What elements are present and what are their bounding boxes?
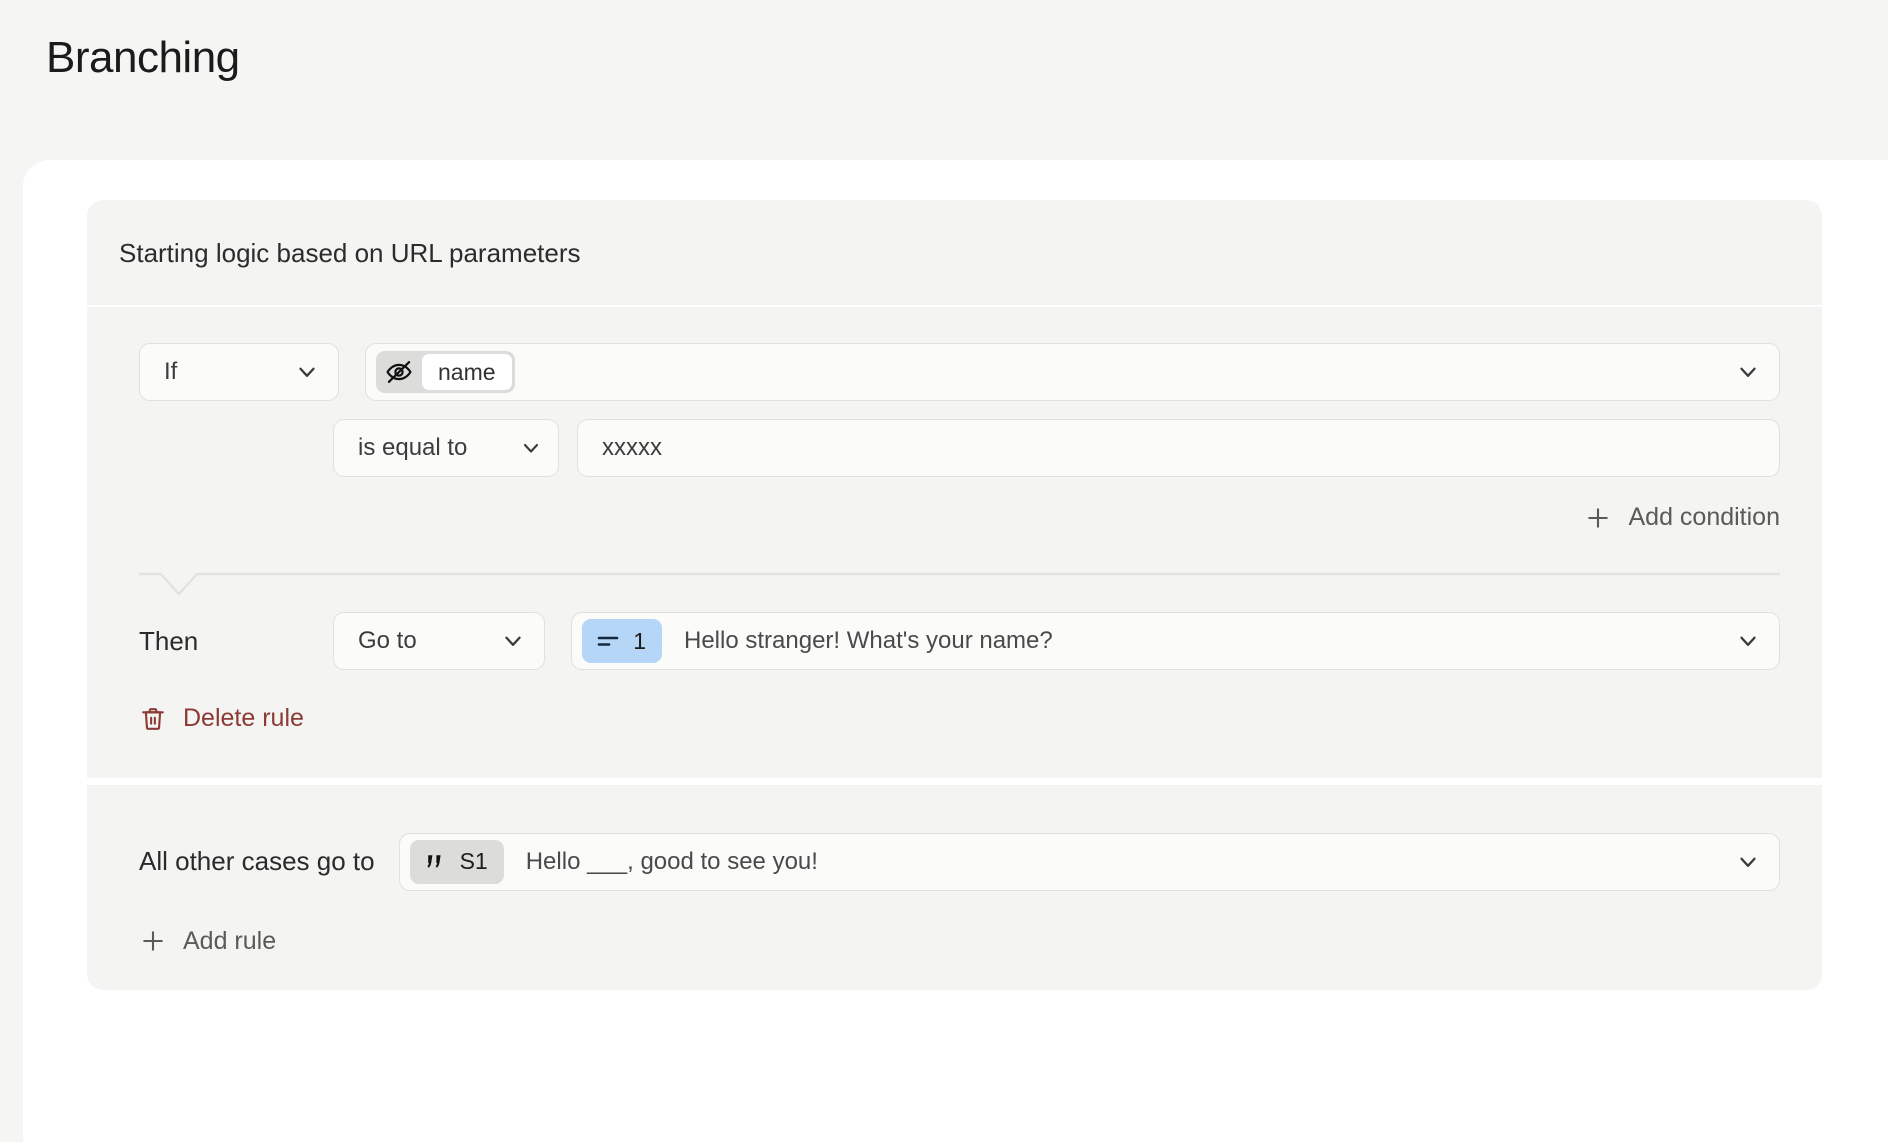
fallback-target-text: Hello ___, good to see you! xyxy=(525,847,818,875)
add-rule-row: Add rule xyxy=(87,927,1822,961)
screen-number: S1 xyxy=(459,848,488,874)
then-target-question: 1 Hello stranger! What's your name? xyxy=(582,619,1053,663)
delete-rule-label: Delete rule xyxy=(183,704,304,732)
chevron-down-icon xyxy=(500,628,526,654)
hidden-field-chip: name xyxy=(376,351,515,393)
screen-badge: S1 xyxy=(409,839,504,884)
fallback-row: All other cases go to S1 Hello ___, good… xyxy=(87,832,1822,891)
logic-card-header: Starting logic based on URL parameters xyxy=(87,200,1822,307)
content-panel: Starting logic based on URL parameters I… xyxy=(23,160,1888,1142)
hidden-field-name: name xyxy=(422,354,512,390)
eye-off-icon xyxy=(376,351,422,393)
add-condition-button[interactable]: Add condition xyxy=(1584,503,1780,532)
comparison-operator-select[interactable]: is equal to xyxy=(333,419,559,477)
if-operator-select[interactable]: If xyxy=(139,343,339,401)
add-rule-label: Add rule xyxy=(183,926,277,955)
rule-block: If name is equal to xxxxx Add condition … xyxy=(87,307,1822,785)
then-target-question-text: Hello stranger! What's your name? xyxy=(684,627,1053,654)
fallback-target: S1 Hello ___, good to see you! xyxy=(409,839,818,884)
plus-icon xyxy=(139,927,167,955)
question-number-badge: 1 xyxy=(582,619,662,663)
branching-logic-card: Starting logic based on URL parameters I… xyxy=(87,200,1822,990)
then-action-row: Then Go to 1 Hello stranger! What's your… xyxy=(87,612,1822,670)
condition-value-input[interactable]: xxxxx xyxy=(577,419,1780,477)
chevron-down-icon xyxy=(518,435,544,461)
branch-divider xyxy=(87,560,1822,606)
condition-field-picker[interactable]: name xyxy=(365,343,1780,401)
then-action-value: Go to xyxy=(358,627,417,654)
delete-rule-row: Delete rule xyxy=(87,704,1822,738)
question-number: 1 xyxy=(633,627,646,654)
logic-card-title: Starting logic based on URL parameters xyxy=(119,238,581,268)
page-title: Branching xyxy=(46,33,240,82)
page-header: Branching xyxy=(0,0,1888,160)
then-action-select[interactable]: Go to xyxy=(333,612,545,670)
condition-field-chip: name xyxy=(376,351,515,393)
then-target-question-picker[interactable]: 1 Hello stranger! What's your name? xyxy=(571,612,1780,670)
trash-icon xyxy=(139,705,167,733)
quote-icon xyxy=(424,850,448,874)
add-rule-button[interactable]: Add rule xyxy=(139,927,276,956)
short-text-icon xyxy=(596,629,620,653)
add-condition-row: Add condition xyxy=(87,503,1822,532)
then-label: Then xyxy=(139,625,199,656)
if-operator-select-value: If xyxy=(164,358,178,385)
branch-divider-line xyxy=(139,560,1780,606)
fallback-label: All other cases go to xyxy=(139,846,375,876)
chevron-down-icon xyxy=(294,359,320,385)
comparison-operator-value: is equal to xyxy=(358,434,468,461)
if-condition-row: If name xyxy=(87,343,1822,401)
condition-comparison-row: is equal to xxxxx xyxy=(87,419,1822,477)
chevron-down-icon xyxy=(1735,849,1761,875)
fallback-target-picker[interactable]: S1 Hello ___, good to see you! xyxy=(398,832,1780,891)
fallback-block: All other cases go to S1 Hello ___, good… xyxy=(87,785,1822,991)
add-condition-label: Add condition xyxy=(1628,503,1780,531)
plus-icon xyxy=(1584,504,1612,532)
chevron-down-icon xyxy=(1735,359,1761,385)
delete-rule-button[interactable]: Delete rule xyxy=(139,704,304,733)
chevron-down-icon xyxy=(1735,628,1761,654)
